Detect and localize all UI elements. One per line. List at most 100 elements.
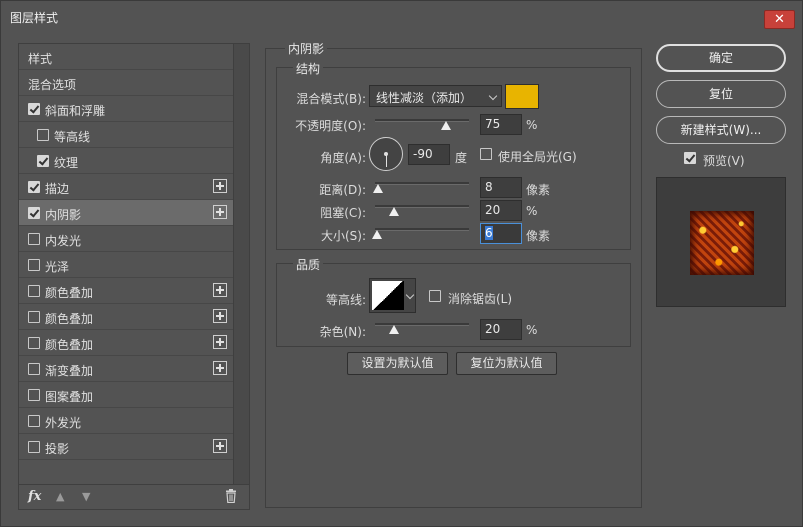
- ok-button[interactable]: 确定: [656, 44, 786, 72]
- angle-label: 角度(A):: [320, 151, 366, 165]
- blend-mode-select[interactable]: 线性减淡（添加）: [369, 85, 502, 107]
- style-item-checkbox[interactable]: [28, 389, 40, 401]
- close-button[interactable]: ✕: [764, 10, 795, 29]
- style-item-label: 光泽: [45, 260, 70, 274]
- quality-title: 品质: [293, 256, 324, 273]
- style-item-checkbox[interactable]: [28, 285, 40, 297]
- add-effect-icon[interactable]: [213, 205, 227, 219]
- style-item-label: 内阴影: [45, 208, 82, 222]
- fx-button[interactable]: fx: [28, 489, 41, 504]
- style-item-label: 纹理: [54, 156, 79, 170]
- opacity-slider[interactable]: [375, 119, 469, 122]
- blend-mode-value: 线性减淡（添加）: [376, 91, 473, 105]
- style-item-checkbox[interactable]: [28, 415, 40, 427]
- style-item-checkbox[interactable]: [28, 441, 40, 453]
- style-item-label: 图案叠加: [45, 390, 94, 404]
- style-item[interactable]: 内发光: [19, 226, 233, 252]
- noise-input[interactable]: 20: [480, 319, 522, 340]
- distance-slider[interactable]: [375, 182, 469, 185]
- style-item-checkbox[interactable]: [28, 103, 40, 115]
- opacity-unit: %: [526, 118, 538, 132]
- style-item[interactable]: 纹理: [19, 148, 233, 174]
- style-item-checkbox[interactable]: [28, 259, 40, 271]
- add-effect-icon[interactable]: [213, 179, 227, 193]
- style-item[interactable]: 投影: [19, 434, 233, 460]
- style-item[interactable]: 颜色叠加: [19, 278, 233, 304]
- add-effect-icon[interactable]: [213, 309, 227, 323]
- size-slider-thumb[interactable]: [371, 230, 382, 239]
- opacity-slider-thumb[interactable]: [440, 121, 451, 130]
- move-down-icon[interactable]: ▼: [82, 490, 90, 503]
- style-item-label: 颜色叠加: [45, 338, 94, 352]
- set-default-button[interactable]: 设置为默认值: [347, 352, 448, 375]
- add-effect-icon[interactable]: [213, 361, 227, 375]
- style-item-checkbox[interactable]: [28, 181, 40, 193]
- add-effect-icon[interactable]: [213, 335, 227, 349]
- noise-slider-thumb[interactable]: [388, 325, 399, 334]
- style-item-label: 内发光: [45, 234, 82, 248]
- style-item[interactable]: 内阴影: [19, 200, 233, 226]
- size-label: 大小(S):: [320, 229, 366, 243]
- style-item[interactable]: 颜色叠加: [19, 304, 233, 330]
- distance-unit: 像素: [526, 183, 551, 197]
- add-effect-icon[interactable]: [213, 439, 227, 453]
- style-item[interactable]: 图案叠加: [19, 382, 233, 408]
- style-item[interactable]: 斜面和浮雕: [19, 96, 233, 122]
- global-light-label: 使用全局光(G): [498, 150, 577, 164]
- style-item-label: 渐变叠加: [45, 364, 94, 378]
- size-input[interactable]: 6: [480, 223, 522, 244]
- add-effect-icon[interactable]: [213, 283, 227, 297]
- style-item[interactable]: 颜色叠加: [19, 330, 233, 356]
- style-item[interactable]: 光泽: [19, 252, 233, 278]
- size-slider[interactable]: [375, 228, 469, 231]
- choke-slider-thumb[interactable]: [388, 207, 399, 216]
- choke-input[interactable]: 20: [480, 200, 522, 221]
- style-item-label: 样式: [28, 52, 53, 66]
- distance-label: 距离(D):: [319, 183, 366, 197]
- style-item-checkbox[interactable]: [37, 129, 49, 141]
- style-item[interactable]: 描边: [19, 174, 233, 200]
- style-item-checkbox[interactable]: [28, 207, 40, 219]
- reset-default-button[interactable]: 复位为默认值: [456, 352, 557, 375]
- style-item-checkbox[interactable]: [28, 337, 40, 349]
- style-item-checkbox[interactable]: [28, 363, 40, 375]
- style-item-label: 混合选项: [28, 78, 77, 92]
- style-item[interactable]: 等高线: [19, 122, 233, 148]
- title-bar: 图层样式 ✕: [1, 1, 802, 31]
- angle-input[interactable]: -90: [408, 144, 450, 165]
- shadow-color-swatch[interactable]: [505, 84, 539, 109]
- style-item[interactable]: 外发光: [19, 408, 233, 434]
- size-input-value: 6: [485, 226, 493, 240]
- global-light-checkbox[interactable]: [480, 148, 492, 160]
- antialias-checkbox[interactable]: [429, 290, 441, 302]
- style-item-label: 颜色叠加: [45, 312, 94, 326]
- contour-preview: [372, 281, 404, 310]
- distance-slider-thumb[interactable]: [372, 184, 383, 193]
- preview-checkbox[interactable]: [684, 152, 696, 164]
- structure-title: 结构: [293, 60, 324, 77]
- style-item-checkbox[interactable]: [37, 155, 49, 167]
- style-item[interactable]: 样式: [19, 44, 233, 70]
- style-item-label: 等高线: [54, 130, 91, 144]
- reset-button[interactable]: 复位: [656, 80, 786, 108]
- style-item-checkbox[interactable]: [28, 233, 40, 245]
- contour-picker[interactable]: [369, 278, 416, 313]
- layer-style-dialog: 图层样式 ✕ 样式 混合选项 斜面和浮雕 等高线 纹理 描边 内阴影 内发光 光泽 颜色叠加 颜色叠…: [0, 0, 803, 527]
- blend-mode-label: 混合模式(B):: [296, 92, 366, 106]
- trash-icon[interactable]: [225, 489, 237, 503]
- style-list-scrollbar[interactable]: [233, 44, 249, 484]
- angle-dial[interactable]: [369, 137, 403, 171]
- inner-shadow-title: 内阴影: [285, 40, 328, 57]
- style-item-label: 投影: [45, 442, 70, 456]
- distance-input[interactable]: 8: [480, 177, 522, 198]
- choke-unit: %: [526, 204, 538, 218]
- choke-label: 阻塞(C):: [320, 206, 366, 220]
- opacity-input[interactable]: 75: [480, 114, 522, 135]
- style-item-checkbox[interactable]: [28, 311, 40, 323]
- move-up-icon[interactable]: ▲: [56, 490, 64, 503]
- preview-area: [656, 177, 786, 307]
- style-item[interactable]: 混合选项: [19, 70, 233, 96]
- new-style-button[interactable]: 新建样式(W)...: [656, 116, 786, 144]
- style-item[interactable]: 渐变叠加: [19, 356, 233, 382]
- opacity-label: 不透明度(O):: [295, 119, 366, 133]
